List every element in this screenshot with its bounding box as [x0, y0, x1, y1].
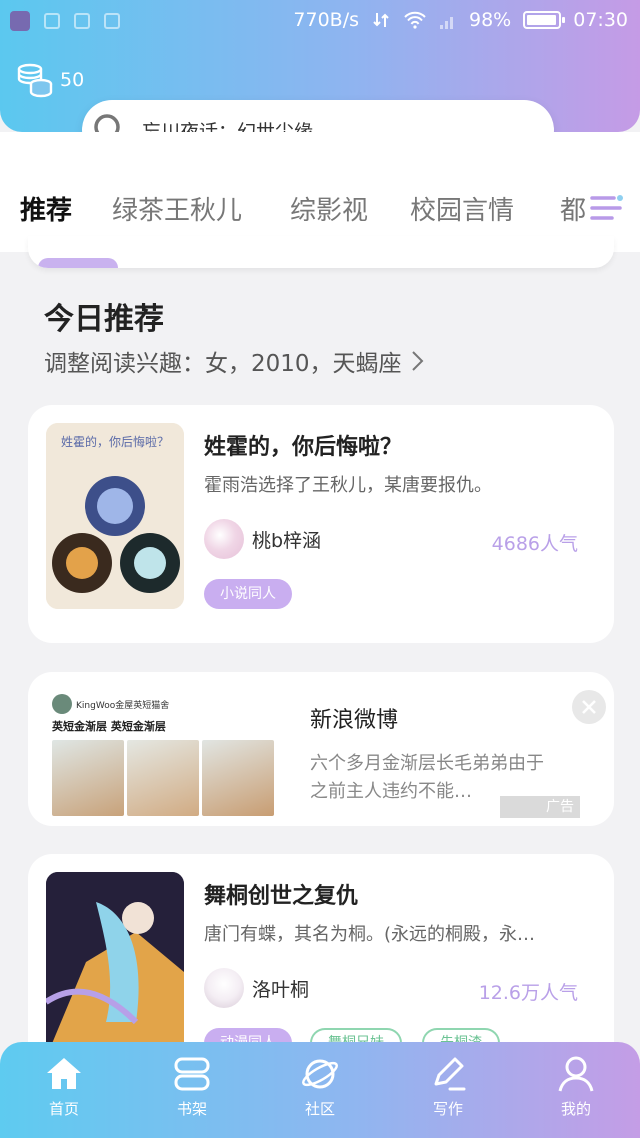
cat-photo [202, 740, 274, 816]
nav-bookshelf[interactable]: 书架 [142, 1054, 242, 1119]
author-name: 桃b梓涵 [252, 529, 322, 552]
nav-community[interactable]: 社区 [270, 1054, 370, 1119]
ad-close-button[interactable] [572, 690, 606, 724]
bookshelf-icon [174, 1057, 210, 1091]
pen-icon [434, 1057, 466, 1091]
close-icon [582, 700, 596, 714]
book-author[interactable]: 桃b梓涵 [204, 519, 321, 559]
book-card[interactable]: 姓霍的，你后悔啦？ 姓霍的，你后悔啦？ 霍雨浩选择了王秋儿，某唐要报仇。 桃b梓… [28, 405, 614, 643]
cat-photo [127, 740, 199, 816]
book-cover: 姓霍的，你后悔啦？ [46, 423, 184, 609]
network-speed: 770B/s [293, 9, 359, 31]
tab-green-tea[interactable]: 绿茶王秋儿 [112, 190, 242, 227]
author-name: 洛叶桐 [252, 978, 310, 1001]
planet-icon [302, 1059, 338, 1089]
book-title: 舞桐创世之复仇 [204, 884, 359, 909]
popularity: 12.6万人气 [478, 982, 578, 1004]
ad-account-avatar [52, 694, 72, 714]
user-icon [558, 1056, 594, 1092]
tab-film-tv[interactable]: 综影视 [290, 190, 368, 227]
ad-title: 新浪微博 [310, 708, 399, 733]
status-bar: 770B/s 98% 07:30 [0, 0, 640, 44]
book-cover-art [46, 423, 184, 609]
reading-interest-text: 调整阅读兴趣：女，2010，天蝎座 [44, 351, 402, 377]
coin-count: 50 [60, 69, 85, 91]
chevron-right-icon [411, 351, 423, 371]
data-arrows-icon [373, 13, 389, 27]
nav-label: 书架 [176, 1100, 207, 1118]
ad-image: KingWoo金屋英短猫舍 英短金渐层 英短金渐层 [52, 690, 274, 822]
popularity: 4686人气 [491, 533, 578, 555]
ad-account-name: KingWoo金屋英短猫舍 [76, 700, 170, 711]
bottom-navigation: 首页 书架 社区 写作 我的 [0, 1042, 640, 1138]
book-cover [46, 872, 184, 1058]
nav-label: 我的 [560, 1100, 591, 1118]
previous-card-edge [28, 236, 614, 268]
battery-icon [523, 11, 566, 29]
app-notification-icon [10, 11, 30, 31]
avatar [204, 968, 244, 1008]
book-author[interactable]: 洛叶桐 [204, 968, 309, 1008]
notification-icon [44, 13, 60, 29]
clock: 07:30 [573, 9, 628, 31]
home-icon [47, 1058, 81, 1089]
avatar [204, 519, 244, 559]
coins-icon [17, 63, 53, 98]
nav-label: 写作 [432, 1100, 463, 1118]
reading-interest-link[interactable]: 调整阅读兴趣：女，2010，天蝎座 [44, 344, 426, 378]
cover-text: 姓霍的，你后悔啦？ [60, 435, 169, 449]
tab-urban[interactable]: 都 [560, 190, 586, 227]
nav-label: 首页 [48, 1100, 79, 1118]
book-description: 唐门有蝶，其名为桐。(永远的桐殿，永… [204, 924, 536, 945]
nav-profile[interactable]: 我的 [526, 1054, 626, 1119]
notification-icon [74, 13, 90, 29]
book-tag[interactable]: 小说同人 [204, 579, 292, 609]
battery-percent: 98% [469, 9, 512, 31]
wifi-icon [404, 11, 426, 29]
nav-write[interactable]: 写作 [398, 1054, 498, 1119]
ad-card[interactable]: KingWoo金屋英短猫舍 英短金渐层 英短金渐层 新浪微博 六个多月金渐层长毛… [28, 672, 614, 826]
nav-label: 社区 [304, 1100, 335, 1118]
ad-image-caption: 英短金渐层 英短金渐层 [52, 720, 166, 733]
tab-recommend[interactable]: 推荐 [20, 190, 72, 227]
tab-campus-romance[interactable]: 校园言情 [410, 190, 514, 227]
cat-photo [52, 740, 124, 816]
menu-icon [590, 195, 623, 220]
book-description: 霍雨浩选择了王秋儿，某唐要报仇。 [204, 475, 492, 496]
signal-icon [440, 17, 453, 29]
book-title: 姓霍的，你后悔啦？ [204, 435, 403, 460]
section-title: 今日推荐 [44, 302, 164, 337]
category-menu-button[interactable] [586, 190, 626, 230]
coin-balance[interactable]: 50 [16, 62, 84, 98]
category-tabs: 推荐 绿茶王秋儿 综影视 校园言情 都 [0, 190, 640, 240]
nav-home[interactable]: 首页 [14, 1054, 114, 1119]
book-cover-art [46, 872, 184, 1058]
notification-icon [104, 13, 120, 29]
ad-label: 广告 [500, 796, 580, 818]
